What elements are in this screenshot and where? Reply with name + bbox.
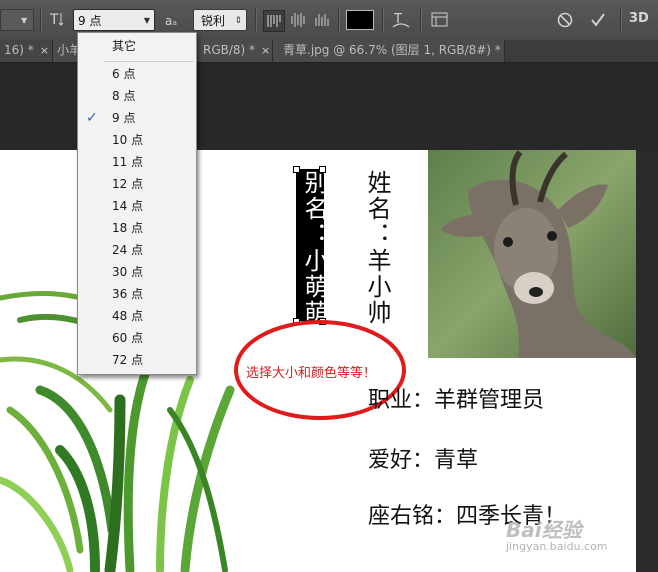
dropdown-item[interactable]: 60 点 — [78, 327, 196, 349]
dropdown-item[interactable]: 24 点 — [78, 239, 196, 261]
checkmark-icon: ✓ — [86, 110, 98, 126]
chevron-down-icon: ▼ — [21, 16, 28, 25]
watermark-url: jingyan.baidu.com — [506, 540, 608, 553]
warp-text-icon[interactable]: T — [390, 9, 412, 31]
dropdown-item[interactable]: 6 点 — [78, 63, 196, 85]
tab-document-3[interactable]: RGB/8) * × — [195, 40, 273, 62]
text-orientation-icon[interactable]: T — [49, 10, 68, 33]
dropdown-item-label: 36 点 — [112, 287, 144, 301]
selection-handle[interactable] — [293, 166, 300, 173]
dropdown-item[interactable]: 48 点 — [78, 305, 196, 327]
dropdown-item[interactable]: 30 点 — [78, 261, 196, 283]
divider — [620, 8, 622, 32]
antialias-select[interactable]: 锐利 ⇕ — [193, 9, 247, 31]
goat-photo — [428, 150, 636, 358]
dropdown-item-label: 48 点 — [112, 309, 144, 323]
3d-mode-button[interactable]: 3D — [629, 11, 649, 26]
divider — [40, 8, 42, 32]
dropdown-item[interactable]: 18 点 — [78, 217, 196, 239]
divider — [338, 8, 340, 32]
chevron-down-icon: ▼ — [143, 16, 150, 25]
dropdown-item[interactable]: 72 点 — [78, 349, 196, 371]
dropdown-item-label: 8 点 — [112, 89, 136, 103]
dropdown-item-label: 24 点 — [112, 243, 144, 257]
tab-document-2[interactable]: 小羊 — [53, 40, 78, 62]
font-size-select[interactable]: 9 点 ▼ — [73, 9, 155, 31]
tab-document-1[interactable]: 16) * × — [0, 40, 53, 62]
dropdown-item-label: 11 点 — [112, 155, 144, 169]
dropdown-item-label: 30 点 — [112, 265, 144, 279]
align-left-icon[interactable] — [263, 10, 285, 32]
commit-icon[interactable] — [589, 11, 607, 29]
antialias-icon: aₐ — [165, 14, 178, 28]
align-right-icon[interactable] — [312, 10, 332, 30]
canvas-edge — [636, 150, 658, 572]
antialias-value: 锐利 — [201, 14, 226, 28]
dropdown-item-other[interactable]: 其它 — [78, 35, 196, 57]
close-icon[interactable]: × — [261, 44, 270, 57]
dropdown-item-label: 60 点 — [112, 331, 144, 345]
tab-label: 16) * — [4, 43, 34, 57]
watermark-brand: Bai经验 — [506, 518, 582, 542]
dropdown-item[interactable]: 10 点 — [78, 129, 196, 151]
dropdown-item[interactable]: 12 点 — [78, 173, 196, 195]
divider — [382, 8, 384, 32]
dropdown-item[interactable]: 36 点 — [78, 283, 196, 305]
font-size-dropdown[interactable]: 其它 6 点 8 点 ✓ 9 点 10 点 11 点 12 点 14 点 18 点 24 点 30 … — [77, 32, 197, 375]
dropdown-item[interactable]: 14 点 — [78, 195, 196, 217]
cancel-icon[interactable] — [556, 11, 574, 29]
dropdown-item-label: 18 点 — [112, 221, 144, 235]
dropdown-item-label: 14 点 — [112, 199, 144, 213]
chevron-updown-icon: ⇕ — [234, 16, 242, 26]
dropdown-item[interactable]: ✓ 9 点 — [78, 107, 196, 129]
divider — [255, 8, 257, 32]
divider — [420, 8, 422, 32]
tab-label: 青草.jpg @ 66.7% (图层 1, RGB/8#) * — [283, 43, 501, 57]
dropdown-item-label: 6 点 — [112, 67, 136, 81]
dropdown-item[interactable]: 8 点 — [78, 85, 196, 107]
job-text[interactable]: 职业：羊群管理员 — [368, 382, 544, 414]
dropdown-item-label: 9 点 — [112, 111, 136, 125]
dropdown-item[interactable]: 11 点 — [78, 151, 196, 173]
tab-document-4[interactable]: 青草.jpg @ 66.7% (图层 1, RGB/8#) *× — [273, 40, 505, 62]
text-color-swatch[interactable] — [346, 10, 374, 30]
selection-handle[interactable] — [319, 166, 326, 173]
dropdown-item-label: 其它 — [112, 39, 137, 53]
svg-text:T: T — [50, 12, 59, 28]
dropdown-divider — [104, 61, 194, 62]
tab-label: RGB/8) * — [203, 43, 256, 57]
dropdown-item-label: 12 点 — [112, 177, 144, 191]
hobby-text[interactable]: 爱好：青草 — [368, 442, 478, 474]
tool-preset-picker[interactable]: ▼ — [0, 9, 34, 31]
close-icon[interactable]: × — [40, 44, 49, 57]
dropdown-item-label: 72 点 — [112, 353, 144, 367]
tab-label: 小羊 — [57, 43, 77, 57]
annotation-text: 选择大小和颜色等等！ — [246, 366, 377, 381]
name-text[interactable]: 姓名：羊小帅 — [360, 170, 395, 326]
font-size-value: 9 点 — [78, 14, 102, 28]
alias-text[interactable]: 别名：小萌萌 — [297, 170, 332, 326]
align-center-icon[interactable] — [288, 10, 308, 30]
dropdown-item-label: 10 点 — [112, 133, 144, 147]
panels-icon[interactable] — [430, 11, 450, 29]
